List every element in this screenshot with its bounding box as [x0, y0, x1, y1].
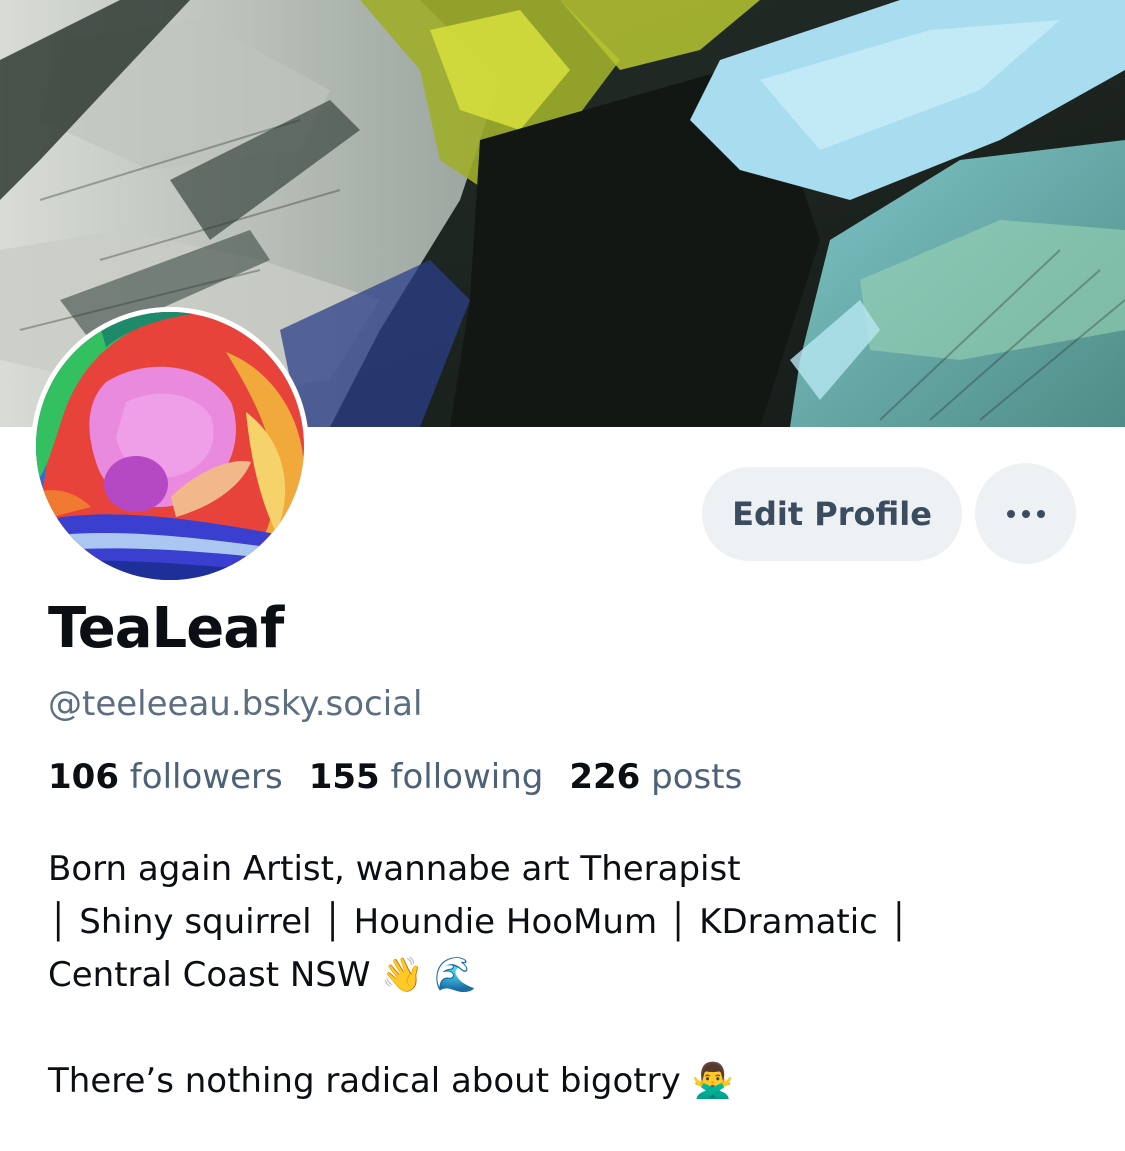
followers-label: followers	[129, 757, 283, 797]
followers-count: 106	[48, 757, 119, 797]
posts-label: posts	[651, 757, 743, 797]
handle: @teeleeau.bsky.social	[48, 684, 423, 724]
display-name: TeaLeaf	[48, 596, 284, 661]
profile-stats: 106 followers 155 following 226 posts	[48, 757, 742, 797]
profile-page: Edit Profile TeaLeaf @teeleeau.bsky.soci…	[0, 0, 1125, 1151]
following-link[interactable]: 155 following	[309, 757, 544, 797]
avatar[interactable]	[31, 307, 309, 585]
profile-bio: Born again Artist, wannabe art Therapist…	[48, 843, 1088, 1108]
bio-line: Born again Artist, wannabe art Therapist	[48, 849, 741, 889]
avatar-image	[36, 312, 304, 580]
following-count: 155	[308, 757, 380, 797]
bio-line: Central Coast NSW 👋 🌊	[48, 955, 477, 995]
posts-count: 226	[569, 757, 641, 797]
more-options-button[interactable]	[975, 463, 1076, 564]
bio-line: │ Shiny squirrel │ Houndie HooMum │ KDra…	[48, 902, 910, 942]
edit-profile-button[interactable]: Edit Profile	[702, 467, 962, 561]
followers-link[interactable]: 106 followers	[48, 757, 283, 797]
bio-spacer	[48, 1002, 1088, 1055]
posts-link: 226 posts	[569, 757, 742, 797]
ellipsis-icon	[1006, 509, 1045, 518]
following-label: following	[390, 757, 544, 797]
bio-line: There’s nothing radical about bigotry 🙅‍…	[48, 1061, 734, 1101]
